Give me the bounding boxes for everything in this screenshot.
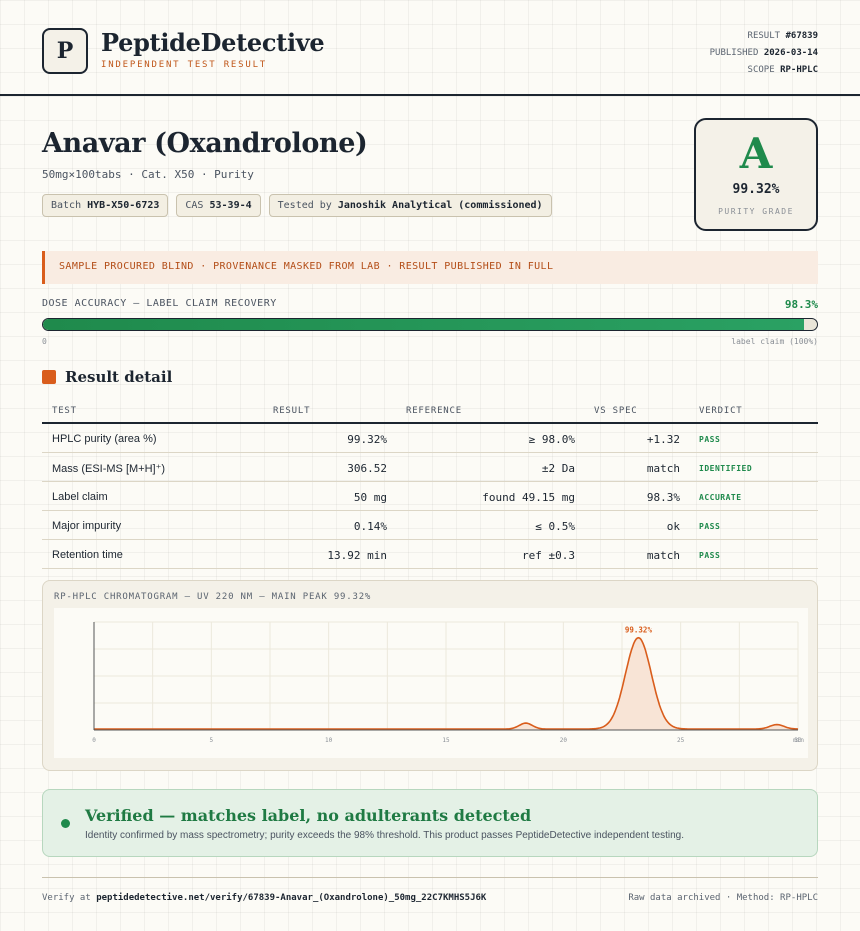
- section-marker: [42, 370, 56, 384]
- dose-progress-track: [42, 318, 818, 331]
- th-test: TEST: [52, 406, 77, 416]
- verified-banner: Verified — matches label, no adulterants…: [42, 789, 818, 857]
- th-reference: REFERENCE: [406, 406, 462, 416]
- scope-value: RP-HPLC: [780, 65, 818, 75]
- cell-reference: found 49.15 mg: [482, 491, 575, 504]
- dose-progress-fill: [43, 319, 804, 330]
- scope-row: SCOPE RP-HPLC: [710, 62, 818, 79]
- tested-by-chip: Tested by Janoshik Analytical (commissio…: [268, 194, 552, 217]
- cell-vs-spec: match: [646, 462, 680, 475]
- chart-background: [54, 608, 808, 758]
- result-id-label: RESULT: [747, 31, 781, 41]
- th-vs-spec: VS SPEC: [594, 406, 638, 416]
- cell-verdict: ACCURATE: [699, 493, 742, 502]
- brand-logo[interactable]: P: [42, 28, 88, 74]
- published-value: 2026-03-14: [763, 48, 818, 58]
- tested-label: Tested by: [277, 200, 332, 211]
- batch-chip: Batch HYB-X50-6723: [42, 194, 169, 217]
- th-result: RESULT: [273, 406, 311, 416]
- cell-result: 306.52: [347, 462, 387, 475]
- scope-label: SCOPE: [747, 65, 775, 75]
- purity-grade-card: A 99.32% PURITY GRADE: [694, 118, 818, 231]
- verified-text: Identity confirmed by mass spectrometry;…: [85, 830, 685, 841]
- table-row: Major impurity 0.14% ≤ 0.5% ok PASS: [42, 511, 818, 540]
- grade-purity: 99.32%: [732, 182, 780, 197]
- grade-label: PURITY GRADE: [718, 207, 794, 216]
- verified-dot-icon: [61, 819, 70, 828]
- cell-result: 13.92 min: [327, 549, 387, 562]
- cell-reference: ≤ 0.5%: [535, 520, 575, 533]
- result-id-value: #67839: [785, 31, 818, 41]
- dose-max-label: label claim (100%): [731, 337, 818, 346]
- cell-test: Mass (ESI-MS [M+H]⁺): [52, 463, 166, 475]
- published-row: PUBLISHED 2026-03-14: [710, 45, 818, 62]
- cell-result: 50 mg: [353, 491, 387, 504]
- cell-test: Major impurity: [52, 520, 122, 532]
- chromatogram-panel: RP-HPLC CHROMATOGRAM — UV 220 NM — MAIN …: [42, 580, 818, 771]
- brand-tagline: INDEPENDENT TEST RESULT: [101, 60, 268, 70]
- chromatogram-title: RP-HPLC CHROMATOGRAM — UV 220 NM — MAIN …: [54, 592, 372, 602]
- brand-name[interactable]: PeptideDetective: [101, 28, 325, 57]
- peak-label: 99.32%: [625, 626, 653, 635]
- dose-min-label: 0: [42, 337, 47, 346]
- cell-vs-spec: 98.3%: [646, 491, 680, 504]
- x-tick-label: 5: [210, 737, 214, 744]
- published-label: PUBLISHED: [709, 48, 759, 58]
- product-title: Anavar (Oxandrolone): [42, 128, 368, 159]
- cell-vs-spec: ok: [666, 520, 680, 533]
- cell-verdict: PASS: [699, 435, 721, 444]
- x-unit-label: min: [793, 737, 804, 744]
- table-row: Retention time 13.92 min ref ±0.3 match …: [42, 540, 818, 569]
- result-meta: RESULT #67839 PUBLISHED 2026-03-14 SCOPE…: [710, 28, 818, 79]
- product-subtitle: 50mg×100tabs · Cat. X50 · Purity: [42, 168, 254, 181]
- tested-value: Janoshik Analytical (commissioned): [337, 200, 543, 211]
- x-tick-label: 10: [325, 737, 333, 744]
- dose-accuracy-value: 98.3%: [784, 298, 818, 311]
- cell-test: Retention time: [52, 549, 123, 561]
- cell-verdict: IDENTIFIED: [699, 464, 753, 473]
- page-header: P PeptideDetective INDEPENDENT TEST RESU…: [0, 0, 860, 96]
- cas-value: 53-39-4: [209, 200, 252, 211]
- dose-accuracy-label: DOSE ACCURACY — LABEL CLAIM RECOVERY: [42, 298, 277, 309]
- batch-label: Batch: [51, 200, 82, 211]
- cas-label: CAS: [185, 200, 204, 211]
- cell-reference: ≥ 98.0%: [528, 433, 575, 446]
- cell-verdict: PASS: [699, 551, 721, 560]
- cell-vs-spec: match: [646, 549, 680, 562]
- result-id-row: RESULT #67839: [710, 28, 818, 45]
- result-table: TEST RESULT REFERENCE VS SPEC VERDICT HP…: [42, 398, 818, 569]
- logo-letter: P: [56, 38, 74, 64]
- cell-reference: ±2 Da: [541, 462, 575, 475]
- table-header: TEST RESULT REFERENCE VS SPEC VERDICT: [42, 398, 818, 424]
- procurement-notice: SAMPLE PROCURED BLIND · PROVENANCE MASKE…: [42, 251, 818, 284]
- footer-method: Raw data archived · Method: RP-HPLC: [628, 893, 818, 903]
- x-tick-label: 15: [442, 737, 450, 744]
- table-row: Mass (ESI-MS [M+H]⁺) 306.52 ±2 Da match …: [42, 453, 818, 482]
- cell-reference: ref ±0.3: [522, 549, 575, 562]
- cell-verdict: PASS: [699, 522, 721, 531]
- footer-divider: [42, 877, 818, 878]
- verified-title: Verified — matches label, no adulterants…: [85, 806, 532, 825]
- cas-chip: CAS 53-39-4: [176, 194, 261, 217]
- grade-letter: A: [739, 129, 773, 178]
- table-row: HPLC purity (area %) 99.32% ≥ 98.0% +1.3…: [42, 424, 818, 453]
- x-tick-label: 25: [677, 737, 685, 744]
- cell-test: HPLC purity (area %): [52, 433, 157, 445]
- cell-result: 0.14%: [353, 520, 387, 533]
- cell-test: Label claim: [52, 491, 108, 503]
- footer-verify: Verify at peptidedetective.net/verify/67…: [42, 893, 486, 903]
- x-tick-label: 0: [92, 737, 96, 744]
- chromatogram-chart: 0 5 10 15 20 25 30min99.32%: [54, 608, 808, 758]
- cell-result: 99.32%: [347, 433, 387, 446]
- table-row: Label claim 50 mg found 49.15 mg 98.3% A…: [42, 482, 818, 511]
- product-chips: Batch HYB-X50-6723 CAS 53-39-4 Tested by…: [42, 194, 552, 217]
- batch-value: HYB-X50-6723: [87, 200, 160, 211]
- section-title: Result detail: [65, 368, 173, 386]
- x-tick-label: 20: [560, 737, 568, 744]
- cell-vs-spec: +1.32: [646, 433, 680, 446]
- verify-link[interactable]: peptidedetective.net/verify/67839-Anavar…: [96, 893, 486, 903]
- th-verdict: VERDICT: [699, 406, 743, 416]
- verify-label: Verify at: [42, 893, 91, 903]
